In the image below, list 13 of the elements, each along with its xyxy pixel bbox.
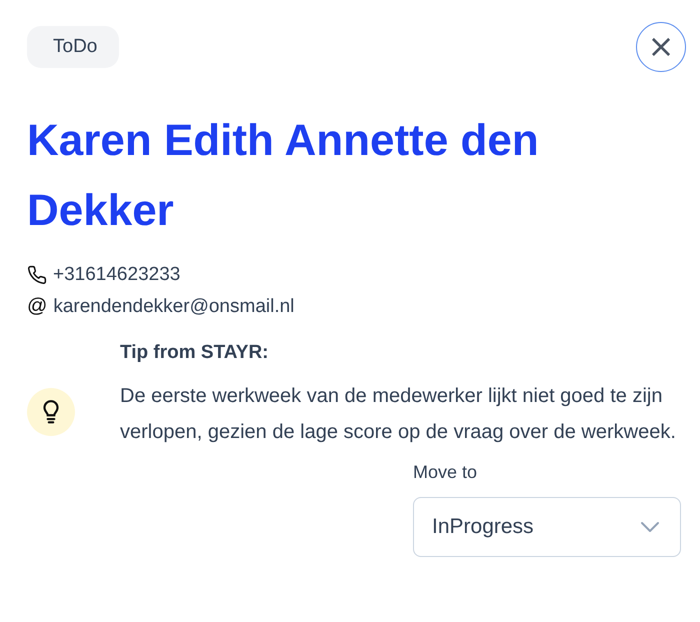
at-sign: @ xyxy=(27,295,48,318)
move-to-label: Move to xyxy=(413,462,478,483)
status-badge: ToDo xyxy=(27,26,120,68)
phone-icon xyxy=(27,265,47,285)
tip-text: De eerste werkweek van de medewerker lijkt niet goed te zijn verlopen, gezien de lage score op de vraag over de werkweek. xyxy=(120,384,677,445)
person-name: Karen Edith Annette den Dekker xyxy=(27,115,540,237)
close-button[interactable]: × xyxy=(636,22,686,72)
chevron-down-icon xyxy=(640,521,660,533)
tip-title: Tip from STAYR: xyxy=(120,342,270,364)
lightbulb-icon xyxy=(27,388,75,436)
email-address: karendendekker@onsmail.nl xyxy=(53,296,294,318)
status-select[interactable]: InProgress xyxy=(413,497,681,557)
phone-number: +31614623233 xyxy=(53,264,180,286)
